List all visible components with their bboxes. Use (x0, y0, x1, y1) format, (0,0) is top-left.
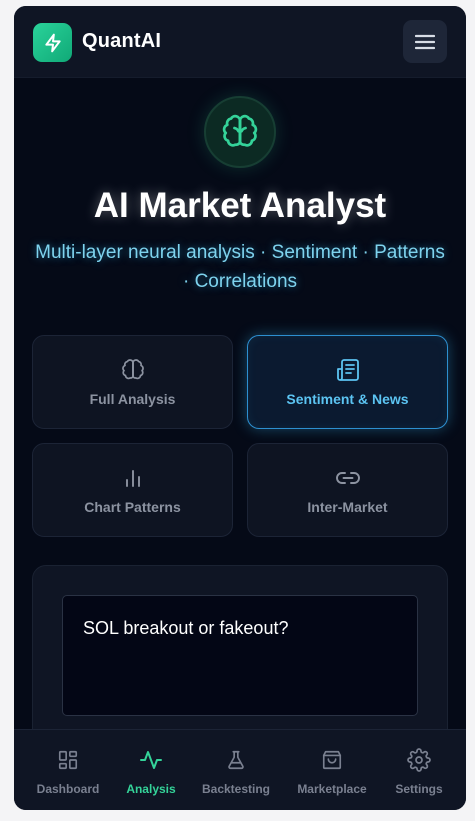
nav-item-analysis[interactable]: Analysis (119, 730, 183, 810)
bottom-nav: Dashboard Analysis Backtesting Marketpla… (14, 729, 466, 810)
brain-icon (222, 114, 258, 147)
nav-item-backtesting[interactable]: Backtesting (199, 730, 273, 810)
nav-label: Settings (395, 782, 443, 796)
lightning-bolt-icon (44, 33, 61, 52)
page-title: AI Market Analyst (93, 186, 387, 225)
app-header: QuantAI (14, 6, 466, 78)
mode-label: Full Analysis (89, 391, 176, 407)
nav-item-settings[interactable]: Settings (389, 730, 449, 810)
page-subtitle: Multi-layer neural analysis · Sentiment … (35, 242, 445, 292)
mode-card-chart-patterns[interactable]: Chart Patterns (32, 443, 233, 537)
nav-label: Marketplace (297, 782, 367, 796)
mode-card-sentiment-news[interactable]: Sentiment & News (247, 335, 448, 429)
query-input[interactable]: SOL breakout or fakeout? (62, 595, 418, 716)
mode-label: Inter-Market (307, 499, 388, 515)
flask-icon (228, 750, 244, 770)
shopping-bag-icon (322, 750, 342, 770)
link-icon (335, 472, 360, 484)
nav-label: Backtesting (201, 782, 271, 796)
bar-chart-icon (125, 470, 140, 487)
mode-card-full-analysis[interactable]: Full Analysis (32, 335, 233, 429)
mode-card-inter-market[interactable]: Inter-Market (247, 443, 448, 537)
mode-label: Chart Patterns (84, 499, 181, 515)
app-name: QuantAI (82, 30, 162, 52)
nav-label: Analysis (126, 782, 176, 796)
nav-item-dashboard[interactable]: Dashboard (36, 730, 100, 810)
nav-item-marketplace[interactable]: Marketplace (294, 730, 370, 810)
gear-icon (407, 748, 431, 772)
menu-button[interactable] (403, 20, 447, 63)
grid-icon (58, 750, 78, 770)
app-logo[interactable] (33, 23, 72, 62)
app-screen: QuantAI AI Market Analyst Multi-layer ne… (14, 6, 466, 810)
brain-icon (121, 359, 144, 380)
mode-label: Sentiment & News (286, 391, 409, 407)
nav-label: Dashboard (36, 782, 100, 796)
hero-brain-badge (204, 96, 276, 168)
activity-pulse-icon (140, 751, 162, 769)
newspaper-icon (336, 359, 359, 381)
hamburger-menu-icon (415, 34, 435, 49)
